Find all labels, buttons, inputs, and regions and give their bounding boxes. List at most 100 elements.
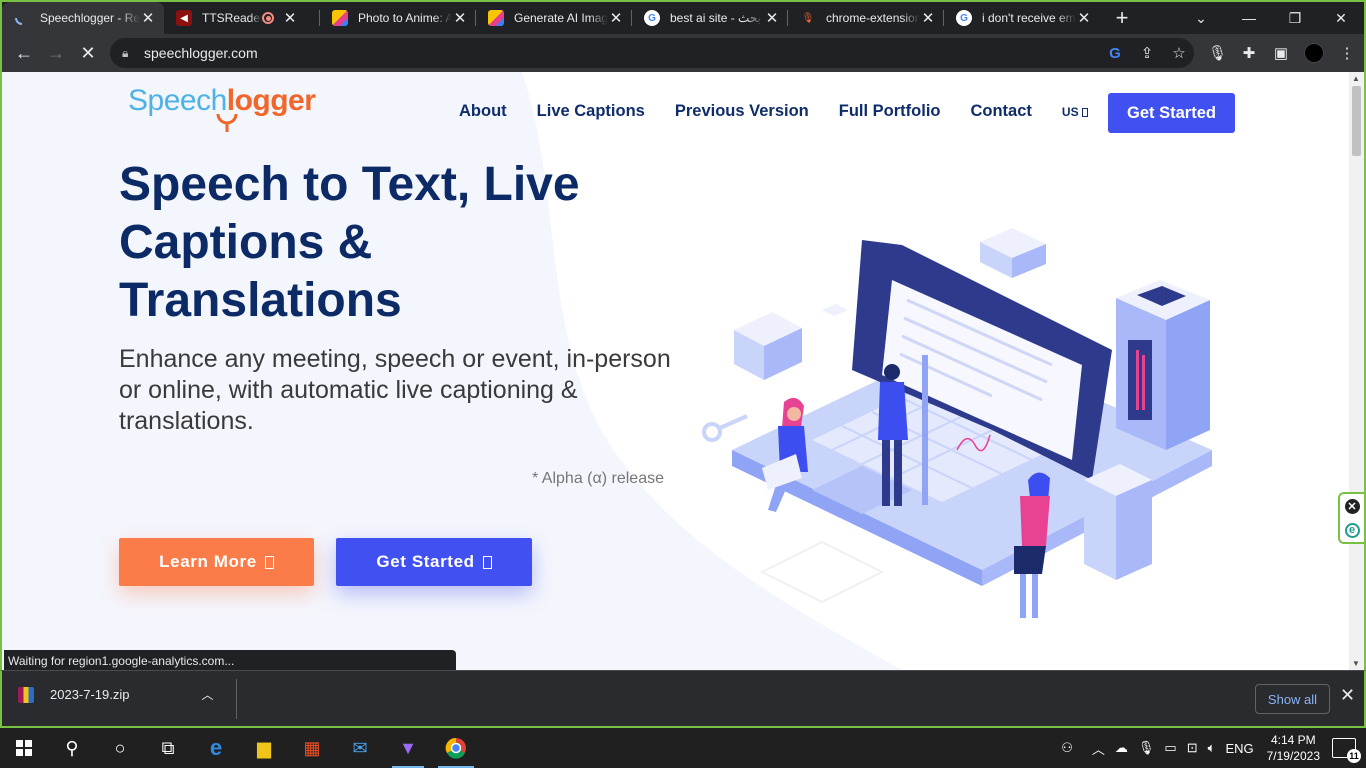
side-panel-icon[interactable]: ▣ [1272,44,1290,62]
minimize-icon[interactable]: — [1226,2,1272,34]
back-icon[interactable]: ← [8,37,40,69]
arrow-glyph-icon [482,555,492,569]
close-window-icon[interactable]: ✕ [1318,2,1364,34]
profile-avatar[interactable] [1304,43,1324,63]
extension-e-icon[interactable]: e [1344,522,1360,538]
tab-title: best ai site - بحث Google [670,11,764,25]
share-icon[interactable]: ⇪ [1138,44,1156,62]
tab-title: Photo to Anime: Ai Anime [358,11,452,25]
nav-full-portfolio[interactable]: Full Portfolio [839,102,941,121]
cortana-icon[interactable]: ○ [96,728,144,768]
microphone-icon[interactable]: 🎙︎ [1138,740,1155,756]
header-get-started-button[interactable]: Get Started [1108,93,1235,133]
google-icon: G [956,10,972,26]
input-language[interactable]: ENG [1225,741,1253,756]
address-bar[interactable]: 🔒︎ speechlogger.com G ⇪ ☆ [110,38,1194,68]
generate-ai-icon [488,10,504,26]
file-explorer-icon[interactable]: ▆ [240,728,288,768]
browser-chrome: Speechlogger - Real-time ✕ ◀ TTSReader's… [0,0,1366,72]
clock[interactable]: 4:14 PM 7/19/2023 [1267,732,1320,764]
new-tab-button[interactable]: + [1106,2,1138,34]
close-tab-icon[interactable]: ✕ [608,9,624,27]
web-page: Speechlogger About Live Captions Previou… [0,72,1366,670]
show-hidden-icons-icon[interactable]: ︿ [1092,739,1105,758]
tab-title: i don't receive email [982,11,1076,25]
lock-icon[interactable]: 🔒︎ [122,46,136,61]
zip-file-icon [18,686,34,703]
show-all-downloads-button[interactable]: Show all [1255,684,1330,714]
clock-date: 7/19/2023 [1266,749,1320,763]
tab-chrome-extension[interactable]: 🎙 chrome-extension ✕ [788,2,944,34]
scroll-up-icon[interactable]: ▲ [1352,74,1360,83]
learn-more-button[interactable]: Learn More [119,538,314,586]
get-started-label: Get Started [376,552,475,571]
close-tab-icon[interactable]: ✕ [920,9,936,27]
tab-photo-anime[interactable]: Photo to Anime: Ai Anime ✕ [320,2,476,34]
speechlogger-logo[interactable]: Speechlogger [128,84,316,142]
close-tab-icon[interactable]: ✕ [282,9,298,27]
tab-title: chrome-extension [826,11,920,25]
forward-icon[interactable]: → [40,37,72,69]
tab-speechlogger[interactable]: Speechlogger - Real-time ✕ [2,2,164,34]
nav-live-captions[interactable]: Live Captions [537,102,645,121]
search-icon[interactable]: ⚲ [48,728,96,768]
scroll-down-icon[interactable]: ▼ [1352,659,1360,668]
restore-icon[interactable]: ❐ [1272,2,1318,34]
tab-google-search[interactable]: G best ai site - بحث Google ✕ [632,2,788,34]
windows-start-icon[interactable] [0,728,48,768]
download-filename: 2023-7-19.zip [50,687,130,702]
logo-mic-icon [216,113,238,132]
network-icon[interactable]: ⊡ [1187,740,1198,756]
tab-ttsreader[interactable]: ◀ TTSReader's Text to Speech ✕ [164,2,320,34]
tab-email[interactable]: G i don't receive email ✕ [944,2,1100,34]
language-label: US [1061,104,1079,119]
bookmark-star-icon[interactable]: ☆ [1170,44,1188,62]
browser-toolbar: ← → ✕ 🔒︎ speechlogger.com G ⇪ ☆ 🎙︎ ✚ ▣ ⋮ [2,34,1364,72]
volume-icon[interactable]: 🔈︎ [1208,740,1216,756]
vpn-icon[interactable]: ▼ [384,728,432,768]
url-text[interactable]: speechlogger.com [144,45,258,61]
menu-kebab-icon[interactable]: ⋮ [1338,44,1356,62]
tab-search-icon[interactable]: ⌄ [1178,2,1224,34]
people-icon[interactable]: ⚇ [1061,740,1073,756]
learn-more-label: Learn More [159,552,257,571]
chrome-icon[interactable] [432,728,480,768]
clock-time: 4:14 PM [1270,733,1316,747]
ttsreader-icon: ◀ [176,10,192,26]
google-lens-icon[interactable]: G [1106,45,1124,62]
edge-icon[interactable]: e [192,728,240,768]
battery-icon[interactable]: ▭ [1164,740,1176,756]
notification-center-icon[interactable]: 11 [1332,738,1361,763]
task-view-icon[interactable]: ⧉ [144,728,192,768]
download-item[interactable]: 2023-7-19.zip ︿ [18,686,214,703]
close-tab-icon[interactable]: ✕ [452,9,468,27]
close-tab-icon[interactable]: ✕ [140,9,156,27]
extensions-puzzle-icon[interactable]: ✚ [1240,44,1258,62]
stop-loading-icon[interactable]: ✕ [72,37,104,69]
language-selector[interactable]: US [1062,105,1088,119]
nav-contact[interactable]: Contact [970,102,1031,121]
onedrive-cloud-icon[interactable]: ☁ [1115,740,1128,756]
close-tab-icon[interactable]: ✕ [764,9,780,27]
voice-mic-icon[interactable]: 🎙︎ [1208,44,1227,62]
google-icon: G [644,10,660,26]
logo-text-logger: logger [226,84,316,117]
chevron-up-icon[interactable]: ︿ [202,686,214,703]
tab-strip: Speechlogger - Real-time ✕ ◀ TTSReader's… [2,2,1364,34]
page-scrollbar[interactable]: ▲ ▼ [1349,72,1364,670]
windows-taskbar: ⚲ ○ ⧉ e ▆ ▦ ✉ ▼ ⚇ ︿ ☁ 🎙︎ ▭ ⊡ 🔈︎ ENG 4:14… [0,728,1366,768]
tab-generate-ai[interactable]: Generate AI Images ✕ [476,2,632,34]
arrow-glyph-icon [264,555,274,569]
scrollbar-thumb[interactable] [1352,86,1361,156]
close-widget-icon[interactable]: ✕ [1344,498,1360,514]
tab-title: Speechlogger - Real-time [40,11,140,25]
nav-previous-version[interactable]: Previous Version [675,102,809,121]
close-download-bar-icon[interactable]: ✕ [1340,685,1355,706]
store-icon[interactable]: ▦ [288,728,336,768]
get-started-button[interactable]: Get Started [336,538,532,586]
floating-extension-widget: ✕ e [1338,492,1364,544]
close-tab-icon[interactable]: ✕ [1076,9,1092,27]
mail-icon[interactable]: ✉ [336,728,384,768]
nav-about[interactable]: About [459,102,507,121]
alpha-release-note: * Alpha (α) release [532,470,664,487]
